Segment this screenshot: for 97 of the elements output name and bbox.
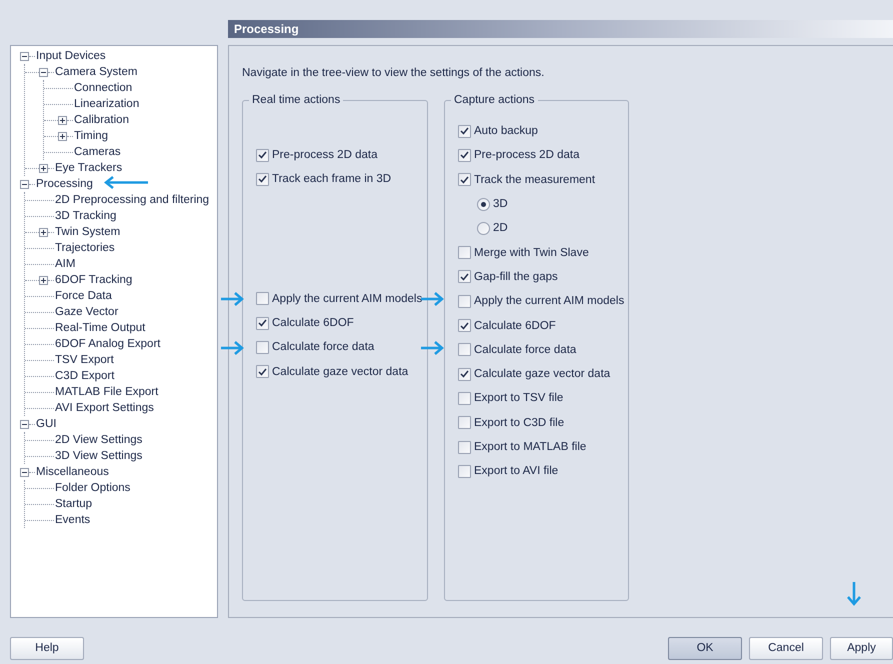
description-text: Navigate in the tree-view to view the settings of the actions. [242,66,544,80]
tree-item[interactable]: Processing [36,177,93,191]
tree-item[interactable]: MATLAB File Export [55,385,158,399]
radio-label: 2D [493,221,508,236]
checkbox-label: Calculate force data [272,340,374,354]
collapse-icon[interactable] [20,180,29,188]
tree-item[interactable]: 6DOF Analog Export [55,337,160,351]
checkbox[interactable] [458,270,471,284]
arrow-icon [104,176,148,189]
checkbox[interactable] [458,294,471,308]
tree-item[interactable]: Connection [74,81,132,95]
checkbox[interactable] [458,392,471,405]
arrow-icon [846,582,862,606]
tree-item[interactable]: Calibration [74,113,129,127]
tree-item[interactable]: TSV Export [55,353,114,367]
expand-icon[interactable] [58,116,67,124]
checkbox[interactable] [458,368,471,381]
checkbox-label: Apply the current AIM models [474,294,624,308]
radio-button[interactable] [477,198,490,211]
checkbox[interactable] [256,316,269,330]
expand-icon[interactable] [39,276,48,284]
arrow-icon [221,292,244,306]
expand-icon[interactable] [39,228,48,236]
tree-view[interactable] [10,45,218,618]
collapse-icon[interactable] [20,420,29,428]
tree-item[interactable]: Cameras [74,145,121,159]
tree-item[interactable]: Linearization [74,97,140,111]
checkbox[interactable] [458,246,471,260]
tree-item[interactable]: Miscellaneous [36,465,109,479]
tree-item[interactable]: 3D Tracking [55,209,116,223]
arrow-icon [421,341,444,355]
panel-title: Processing [228,20,893,38]
checkbox-label: Calculate force data [474,342,576,357]
tree-item[interactable]: Trajectories [55,241,115,255]
tree-item[interactable]: Eye Trackers [55,161,122,175]
checkbox[interactable] [458,440,471,454]
checkbox[interactable] [256,365,269,378]
checkbox-label: Pre-process 2D data [474,148,580,162]
collapse-icon[interactable] [39,68,48,76]
checkbox[interactable] [458,416,471,430]
tree-item[interactable]: Twin System [55,225,120,239]
tree-item[interactable]: C3D Export [55,369,114,383]
tree-item[interactable]: 2D View Settings [55,433,142,447]
checkbox-label: Auto backup [474,124,538,138]
checkbox[interactable] [256,148,269,162]
checkbox-label: Track the measurement [474,172,596,187]
tree-item[interactable]: Input Devices [36,49,106,63]
checkbox-label: Calculate gaze vector data [474,367,610,382]
checkbox[interactable] [458,319,471,332]
checkbox-label: Export to C3D file [474,416,564,430]
tree-item[interactable]: GUI [36,417,56,431]
radio-button[interactable] [477,222,490,235]
checkbox[interactable] [458,343,471,356]
checkbox[interactable] [256,292,269,306]
checkbox-label: Calculate gaze vector data [272,364,408,379]
checkbox-label: Gap-fill the gaps [474,270,558,284]
tree-item[interactable]: 6DOF Tracking [55,273,132,287]
checkbox-label: Export to TSV file [474,391,564,406]
tree-item[interactable]: AIM [55,257,76,271]
tree-item[interactable]: Startup [55,497,92,511]
radio-label: 3D [493,197,508,212]
checkbox-label: Export to AVI file [474,464,558,478]
group-title: Real time actions [251,93,342,107]
checkbox-label: Export to MATLAB file [474,440,586,454]
checkbox[interactable] [256,172,269,186]
checkbox-label: Calculate 6DOF [272,316,354,330]
tree-item[interactable]: Timing [74,129,108,143]
tree-item[interactable]: Events [55,513,90,527]
dialog-button[interactable]: Help [10,637,84,660]
tree-item[interactable]: 3D View Settings [55,449,142,463]
tree-item[interactable]: Folder Options [55,481,130,495]
checkbox-label: Track each frame in 3D [272,172,392,186]
checkbox[interactable] [458,173,471,186]
checkbox[interactable] [458,124,471,138]
collapse-icon[interactable] [20,468,29,476]
checkbox[interactable] [256,340,269,354]
checkbox-label: Apply the current AIM models [272,292,422,306]
arrow-icon [221,341,244,355]
tree-item[interactable]: AVI Export Settings [55,401,154,415]
tree-item[interactable]: 2D Preprocessing and filtering [55,193,210,207]
checkbox-label: Merge with Twin Slave [474,246,589,260]
checkbox[interactable] [458,148,471,162]
checkbox-label: Calculate 6DOF [474,318,556,333]
collapse-icon[interactable] [20,52,29,60]
expand-icon[interactable] [58,132,67,140]
arrow-icon [421,292,444,306]
tree-item[interactable]: Real-Time Output [55,321,146,335]
dialog-button[interactable]: Cancel [749,637,823,660]
checkbox-label: Pre-process 2D data [272,148,378,162]
tree-item[interactable]: Force Data [55,289,112,303]
group-title: Capture actions [453,93,536,107]
checkbox[interactable] [458,464,471,478]
dialog-button[interactable]: OK [668,637,742,660]
tree-item[interactable]: Gaze Vector [55,305,118,319]
expand-icon[interactable] [39,164,48,172]
dialog-button[interactable]: Apply [830,637,893,660]
tree-item[interactable]: Camera System [55,65,138,79]
